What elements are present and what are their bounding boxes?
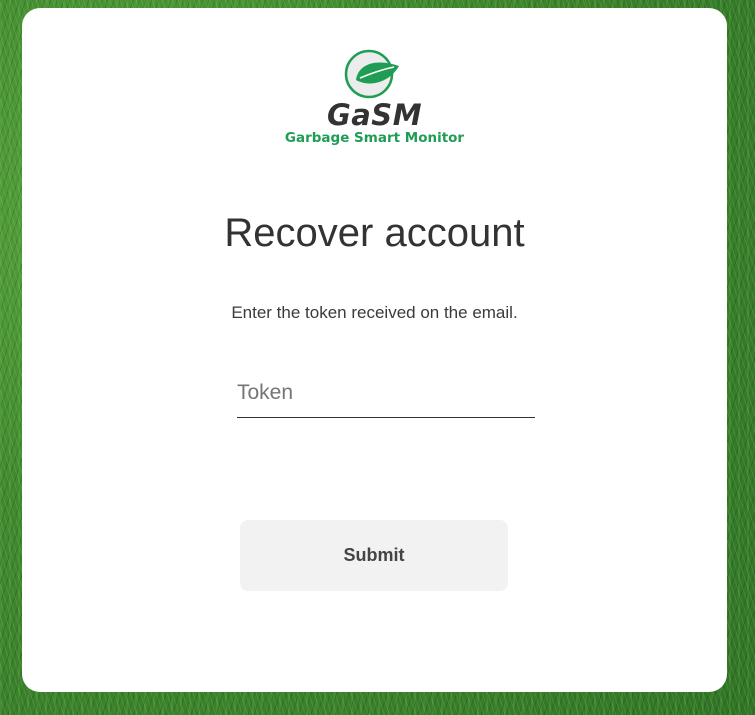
brand-logo: GaSM Garbage Smart Monitor [22, 46, 727, 158]
instruction-text: Enter the token received on the email. [231, 303, 518, 322]
submit-button[interactable]: Submit [240, 520, 508, 591]
token-input[interactable] [237, 368, 535, 418]
recover-card: GaSM Garbage Smart Monitor Recover accou… [22, 8, 727, 692]
leaf-icon [344, 49, 399, 99]
page-title: Recover account [224, 211, 525, 255]
brand-name: GaSM [326, 98, 423, 132]
brand-tagline: Garbage Smart Monitor [284, 130, 465, 146]
